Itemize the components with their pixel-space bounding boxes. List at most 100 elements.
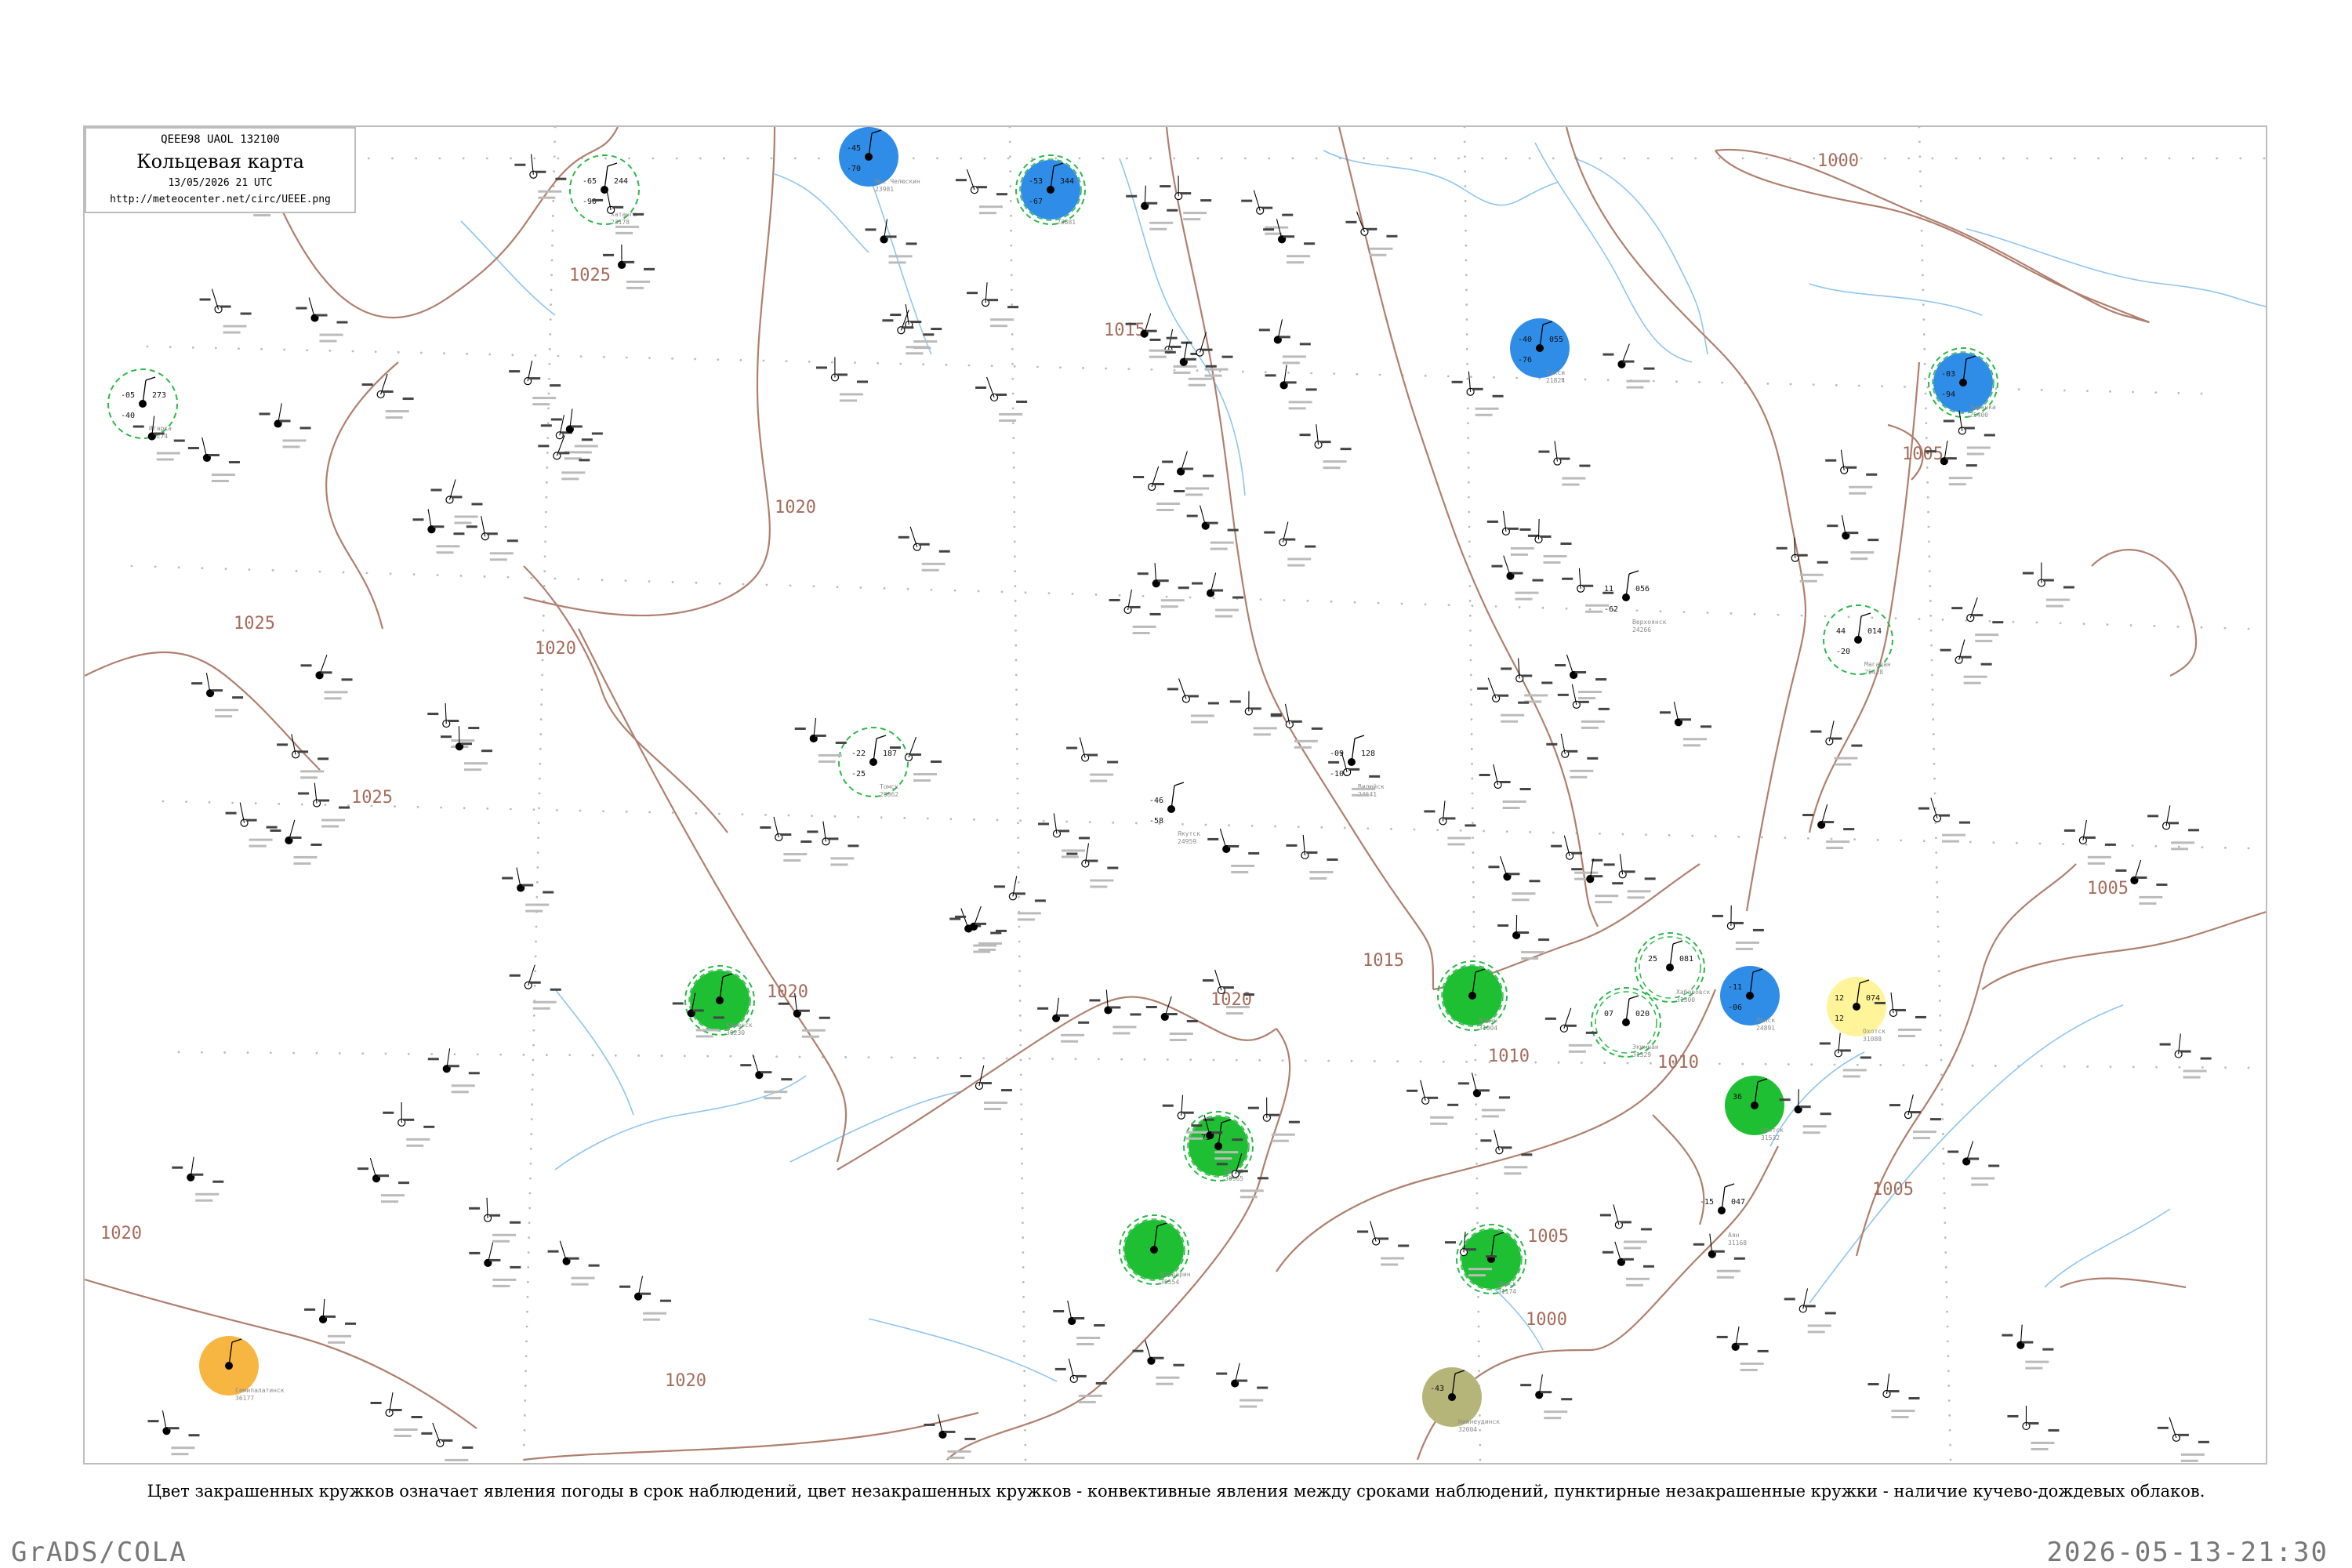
isobar-label: 1015 — [1363, 951, 1404, 971]
station-plot[interactable]: -22 187 -25 Томск29862 — [838, 727, 909, 798]
pressure: 244 — [614, 177, 628, 186]
station-name: Аян — [1728, 1232, 1740, 1239]
station-name: Алдан — [1479, 1017, 1497, 1024]
station-plot[interactable]: 36 Охотск31532 — [1725, 1076, 1784, 1142]
station-glyph — [147, 1410, 200, 1456]
station-glyph — [2007, 1405, 2060, 1450]
dewpoint: -90 — [583, 198, 597, 206]
station-glyph — [807, 821, 859, 866]
temperature: -15 — [1700, 1198, 1714, 1207]
station-glyph — [502, 867, 554, 913]
station-plot[interactable]: 07 020 Экимчан31329 — [1591, 987, 1661, 1058]
station-glyph — [1477, 677, 1530, 723]
station-glyph — [1451, 371, 1504, 416]
station-glyph — [1480, 1130, 1533, 1175]
wind-feather — [1860, 612, 1871, 617]
station-glyph — [619, 1276, 672, 1321]
station-glyph — [1716, 1326, 1769, 1371]
dewpoint: -06 — [1728, 1004, 1742, 1012]
pressure: 187 — [883, 750, 897, 758]
station-glyph — [1711, 905, 1764, 950]
station-glyph — [993, 876, 1046, 921]
temperature: -11 — [1728, 983, 1742, 992]
station-glyph — [1519, 518, 1572, 564]
station-glyph — [358, 1157, 410, 1203]
station-glyph — [1599, 1204, 1652, 1250]
temperature: 07 — [1604, 1010, 1613, 1018]
station-plot[interactable]: 11 056-62Верхоянск24266 — [1604, 570, 1667, 633]
station-plot[interactable]: -46 -58 Якутск24959 — [1149, 782, 1200, 845]
dewpoint: 12 — [1835, 1014, 1844, 1023]
bulletin-code: QEEE98 UAOL 132100 — [161, 133, 280, 146]
station-glyph — [427, 1048, 480, 1094]
station-glyph — [1784, 1288, 1836, 1334]
station-id: 31300 — [1676, 996, 1695, 1004]
pressure: 056 — [1635, 585, 1650, 593]
map-title: Кольцевая карта — [136, 151, 304, 172]
station-glyph — [1776, 537, 1828, 583]
map-date: 13/05/2026 21 UTC — [168, 177, 273, 189]
station-glyph — [955, 169, 1007, 215]
station-id: 23178 — [611, 219, 630, 226]
station-glyph — [1825, 449, 1878, 495]
station-name: Тикси — [1546, 369, 1565, 376]
station-plot[interactable]: Богдарин30554 — [1119, 1214, 1191, 1286]
pressure: 344 — [1060, 177, 1074, 186]
pressure: 047 — [1731, 1198, 1745, 1207]
station-name: Богдарин — [1160, 1271, 1191, 1278]
station-plot[interactable]: 12 074 12 Охотск31088 — [1827, 977, 1886, 1043]
wind-feather — [1174, 782, 1185, 786]
station-plot[interactable]: -45 -70 Мыс Челюскин23981 — [839, 127, 920, 193]
station-glyph — [1037, 813, 1090, 858]
temperature: -65 — [583, 177, 597, 186]
station-plot[interactable]: Норск31174 — [1456, 1224, 1526, 1295]
station-glyph — [1066, 737, 1119, 782]
station-glyph — [1546, 733, 1599, 779]
isobar-label: 1005 — [1902, 445, 1944, 464]
station-plot[interactable]: 25 081 Хабаровск31300 — [1635, 932, 1711, 1004]
station-plot[interactable]: Киренск30230 — [684, 965, 755, 1036]
station-plot[interactable]: Семипалатинск36177 — [199, 1336, 285, 1402]
station-plot[interactable]: -03 -94 Зырянка25400 — [1928, 347, 1998, 419]
station-name: Мыс Челюскин — [875, 178, 920, 185]
station-plot[interactable]: -11 -06 Ленск24891 — [1720, 966, 1780, 1032]
station-glyph — [1520, 1374, 1573, 1420]
station-glyph — [2022, 562, 2074, 608]
station-plot[interactable]: -05 273-40Игарка23274 — [107, 368, 178, 440]
station-id: 31168 — [1728, 1240, 1747, 1247]
station-glyph — [1951, 597, 2004, 643]
station-name: Охотск — [1863, 1028, 1886, 1035]
station-id: 21824 — [1546, 377, 1565, 384]
station-glyph — [259, 403, 311, 448]
wind-feather — [145, 376, 156, 381]
dewpoint: -58 — [1149, 817, 1163, 826]
station-glyph — [1406, 1080, 1459, 1125]
temperature: 25 — [1648, 955, 1657, 964]
station-glyph — [1265, 365, 1317, 410]
station-plot[interactable]: Алдан31004 — [1437, 960, 1508, 1032]
station-name: Якутск — [1178, 830, 1200, 837]
station-glyph — [1810, 720, 1863, 766]
isobar-label: 1020 — [100, 1224, 142, 1243]
station-glyph — [890, 303, 942, 350]
station-plot[interactable]: -53 344 -67 23881 — [1015, 154, 1086, 226]
isobar-label: 1005 — [2087, 879, 2129, 898]
station-plot[interactable]: -15 047 Аян31168 — [1700, 1183, 1747, 1247]
station-glyph — [865, 219, 917, 264]
map-url[interactable]: http://meteocenter.net/circ/UEEE.png — [86, 194, 354, 205]
isobar-label: 1020 — [775, 498, 816, 517]
station-glyph — [1160, 176, 1212, 221]
station-glyph — [1345, 211, 1398, 256]
pressure: 273 — [152, 391, 166, 400]
station-glyph — [1659, 702, 1711, 747]
station-glyph — [1424, 800, 1476, 846]
station-glyph — [547, 1240, 600, 1286]
station-glyph — [1555, 654, 1607, 700]
station-id: 31004 — [1479, 1025, 1497, 1032]
rivers-layer — [460, 142, 2266, 1382]
station-glyph — [882, 310, 935, 355]
station-plot[interactable]: -65 244-90Хатанга23178 — [569, 154, 640, 226]
station-glyph — [1263, 219, 1316, 264]
station-plot[interactable]: 44 014 -20 Магадан25428 — [1823, 604, 1893, 676]
station-plot[interactable]: -40 055 -76 Тикси21824 — [1510, 318, 1570, 384]
